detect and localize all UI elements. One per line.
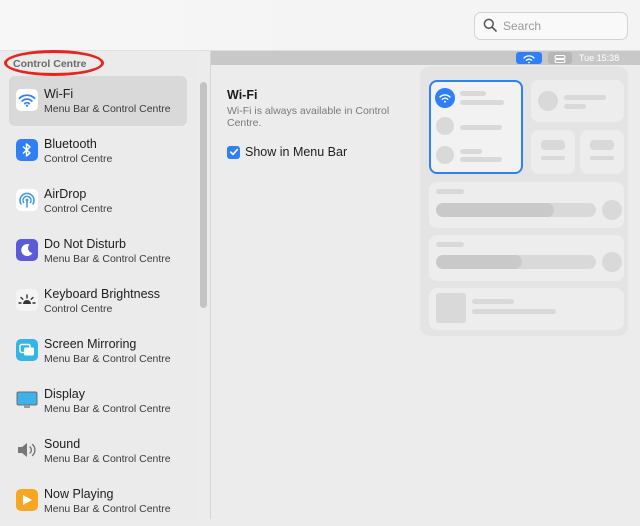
preview-placeholder-line bbox=[590, 140, 614, 150]
search-input[interactable] bbox=[503, 16, 618, 36]
checkbox-label: Show in Menu Bar bbox=[245, 145, 348, 159]
title-bar-faded-area bbox=[0, 0, 350, 50]
sidebar-item-subtitle: Menu Bar & Control Centre bbox=[44, 453, 171, 465]
preview-placeholder-line bbox=[460, 125, 502, 130]
preview-placeholder-line bbox=[564, 95, 606, 100]
preview-placeholder-line bbox=[541, 156, 565, 160]
preview-slider-fill bbox=[436, 203, 554, 217]
magnifier-icon bbox=[483, 18, 497, 32]
show-in-menu-bar-checkbox[interactable]: Show in Menu Bar bbox=[227, 144, 347, 160]
bluetooth-icon bbox=[16, 139, 38, 161]
sidebar-item-subtitle: Menu Bar & Control Centre bbox=[44, 253, 171, 265]
sidebar-item-title: Sound bbox=[44, 437, 81, 451]
sidebar-item-title: Keyboard Brightness bbox=[44, 287, 161, 301]
preview-placeholder-line bbox=[436, 242, 464, 247]
preview-album-art bbox=[436, 293, 466, 323]
sidebar-item-do-not-disturb[interactable]: Do Not Disturb Menu Bar & Control Centre bbox=[9, 226, 187, 276]
preview-placeholder-line bbox=[472, 309, 556, 314]
sidebar-item-subtitle: Control Centre bbox=[44, 303, 113, 315]
sidebar-item-wifi[interactable]: Wi-Fi Menu Bar & Control Centre bbox=[9, 76, 187, 126]
red-circle-annotation bbox=[4, 50, 104, 76]
sidebar-item-keyboard-brightness[interactable]: Keyboard Brightness Control Centre bbox=[9, 276, 187, 326]
sidebar-item-title: AirDrop bbox=[44, 187, 87, 201]
now-playing-icon bbox=[16, 489, 38, 511]
sidebar-item-display[interactable]: Display Menu Bar & Control Centre bbox=[9, 376, 187, 426]
preview-placeholder-line bbox=[436, 189, 464, 194]
sidebar-item-subtitle: Control Centre bbox=[44, 153, 113, 165]
sidebar-item-airdrop[interactable]: AirDrop Control Centre bbox=[9, 176, 187, 226]
menu-bar-control-centre-icon bbox=[548, 52, 572, 64]
sidebar-item-subtitle: Menu Bar & Control Centre bbox=[44, 103, 171, 115]
detail-title: Wi-Fi bbox=[227, 88, 258, 102]
preview-placeholder-circle bbox=[602, 252, 622, 272]
airdrop-icon bbox=[16, 189, 38, 211]
preview-wifi-icon bbox=[435, 88, 455, 108]
sidebar-item-subtitle: Menu Bar & Control Centre bbox=[44, 353, 171, 365]
menu-bar-preview bbox=[211, 51, 640, 65]
preview-tile bbox=[531, 130, 575, 174]
preview-placeholder-circle bbox=[538, 91, 558, 111]
sidebar-item-subtitle: Control Centre bbox=[44, 203, 113, 215]
preview-placeholder-line bbox=[541, 140, 565, 150]
preview-placeholder-line bbox=[460, 91, 486, 96]
sidebar-item-title: Wi-Fi bbox=[44, 87, 74, 101]
preview-tile bbox=[580, 130, 624, 174]
sidebar-item-title: Now Playing bbox=[44, 487, 114, 501]
sidebar-item-bluetooth[interactable]: Bluetooth Control Centre bbox=[9, 126, 187, 176]
sidebar-item-title: Display bbox=[44, 387, 85, 401]
sidebar-item-sound[interactable]: Sound Menu Bar & Control Centre bbox=[9, 426, 187, 476]
keyboard-brightness-icon bbox=[16, 289, 38, 311]
preview-placeholder-line bbox=[460, 157, 502, 162]
menu-bar-wifi-icon bbox=[516, 52, 542, 64]
preview-placeholder-line bbox=[590, 156, 614, 160]
sidebar-scrollbar[interactable] bbox=[200, 82, 207, 308]
sidebar-item-subtitle: Menu Bar & Control Centre bbox=[44, 503, 171, 515]
preview-slider-fill bbox=[436, 255, 522, 269]
preview-placeholder-circle bbox=[602, 200, 622, 220]
preview-placeholder-line bbox=[460, 149, 482, 154]
wifi-icon bbox=[16, 89, 38, 111]
menu-bar-clock: Tue 15:38 bbox=[579, 53, 620, 63]
checkbox-checked-icon[interactable] bbox=[227, 145, 240, 159]
preview-placeholder-line bbox=[460, 100, 504, 105]
sidebar-item-title: Bluetooth bbox=[44, 137, 97, 151]
sidebar-item-title: Do Not Disturb bbox=[44, 237, 126, 251]
display-icon bbox=[16, 389, 38, 411]
preview-placeholder-circle bbox=[436, 146, 454, 164]
preview-placeholder-line bbox=[472, 299, 514, 304]
preview-placeholder-circle bbox=[436, 117, 454, 135]
screen-mirroring-icon bbox=[16, 339, 38, 361]
sidebar-item-subtitle: Menu Bar & Control Centre bbox=[44, 403, 171, 415]
sidebar-item-screen-mirroring[interactable]: Screen Mirroring Menu Bar & Control Cent… bbox=[9, 326, 187, 376]
search-field[interactable] bbox=[474, 12, 628, 40]
preview-placeholder-line bbox=[564, 104, 586, 109]
speaker-icon bbox=[16, 439, 38, 461]
detail-description: Wi-Fi is always available in Control Cen… bbox=[227, 105, 390, 129]
sidebar-item-title: Screen Mirroring bbox=[44, 337, 137, 351]
moon-icon bbox=[16, 239, 38, 261]
